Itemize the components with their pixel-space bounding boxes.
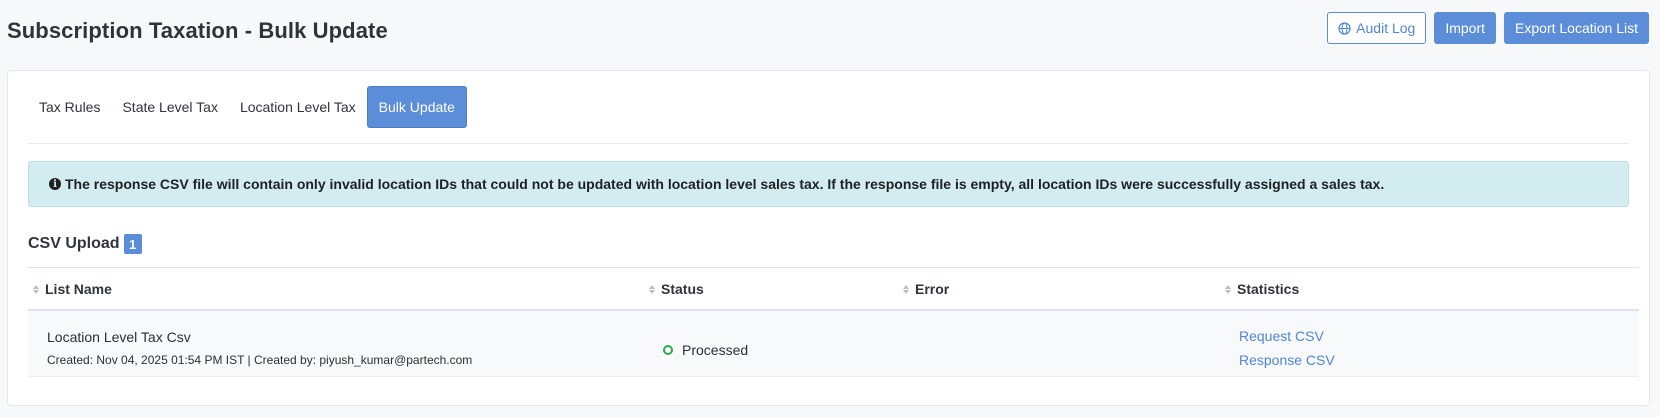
column-label: Error [915, 281, 950, 297]
globe-icon [1338, 21, 1351, 35]
info-icon: i [49, 178, 61, 190]
sort-icon [1225, 284, 1231, 294]
request-csv-link[interactable]: Request CSV [1239, 328, 1324, 344]
audit-log-label: Audit Log [1356, 20, 1416, 36]
table-row: Location Level Tax Csv Created: Nov 04, … [28, 311, 1639, 377]
sort-icon [33, 284, 39, 294]
tab-tax-rules[interactable]: Tax Rules [28, 86, 111, 128]
response-csv-link[interactable]: Response CSV [1239, 352, 1335, 368]
export-location-list-button[interactable]: Export Location List [1504, 12, 1649, 44]
tab-state-level-tax[interactable]: State Level Tax [111, 86, 228, 128]
csv-upload-table: List Name Status Error Statistics Locati… [28, 267, 1639, 377]
sort-icon [649, 284, 655, 294]
count-badge: 1 [123, 234, 142, 254]
section-title: CSV Upload 1 [28, 234, 142, 254]
status-cell: Processed [663, 342, 748, 358]
status-dot-icon [663, 345, 673, 355]
list-name: Location Level Tax Csv [47, 329, 191, 345]
created-meta: Created: Nov 04, 2025 01:54 PM IST | Cre… [47, 353, 473, 367]
status-text: Processed [682, 342, 749, 358]
column-header-error[interactable]: Error [903, 268, 949, 310]
info-alert: i The response CSV file will contain onl… [28, 161, 1629, 207]
column-label: Status [661, 281, 704, 297]
sort-icon [903, 284, 909, 294]
alert-text: The response CSV file will contain only … [65, 176, 1385, 192]
column-label: Statistics [1237, 281, 1300, 297]
column-label: List Name [45, 281, 112, 297]
audit-log-button[interactable]: Audit Log [1327, 12, 1427, 44]
section-title-text: CSV Upload [28, 235, 120, 252]
main-card: Tax Rules State Level Tax Location Level… [7, 70, 1650, 406]
header-actions: Audit Log Import Export Location List [1327, 12, 1649, 44]
column-header-statistics[interactable]: Statistics [1225, 268, 1299, 310]
tabs-divider [28, 143, 1629, 144]
tab-bar: Tax Rules State Level Tax Location Level… [28, 86, 467, 128]
column-header-status[interactable]: Status [649, 268, 704, 310]
tab-location-level-tax[interactable]: Location Level Tax [229, 86, 367, 128]
column-header-list-name[interactable]: List Name [33, 268, 112, 310]
table-header: List Name Status Error Statistics [28, 267, 1639, 311]
import-button[interactable]: Import [1434, 12, 1497, 44]
page-title: Subscription Taxation - Bulk Update [7, 18, 388, 43]
tab-bulk-update[interactable]: Bulk Update [366, 86, 467, 128]
